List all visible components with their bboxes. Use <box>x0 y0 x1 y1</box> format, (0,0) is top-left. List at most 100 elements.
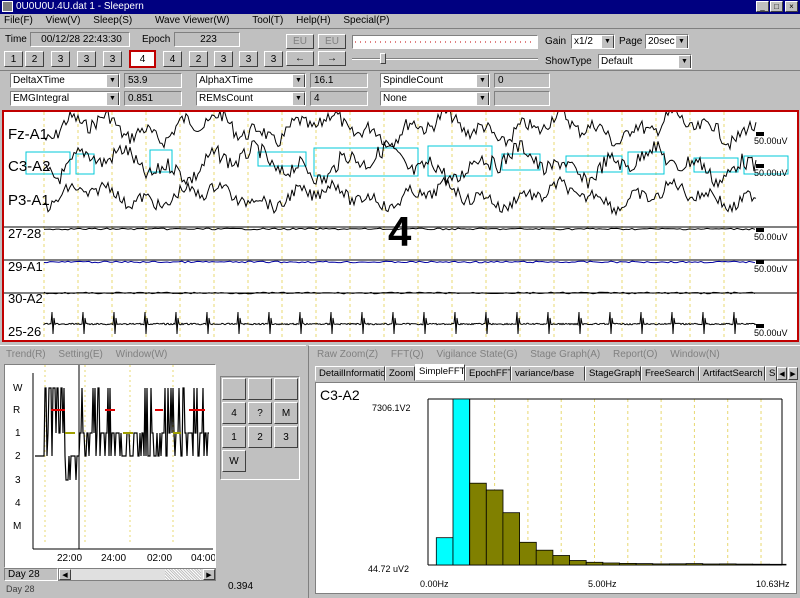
analysis-menu-stage-graph[interactable]: Stage Graph(A) <box>530 349 600 360</box>
chevron-down-icon[interactable]: ▼ <box>106 92 119 105</box>
tab-scroll-left-icon[interactable]: ◀ <box>777 367 787 380</box>
tab-epoch-fft[interactable]: EpochFFT <box>465 366 511 381</box>
stage-button-2[interactable]: 2 <box>25 51 44 67</box>
trend-y-4: 4 <box>15 498 21 509</box>
next-page-button[interactable]: → <box>318 51 346 66</box>
show-type-select[interactable]: Default ▼ <box>598 54 692 69</box>
trend-scrollbar[interactable]: ◀ ▶ <box>58 568 216 581</box>
eeg-trace-30-a2 <box>43 291 756 295</box>
fft-bar <box>619 562 637 566</box>
tab-more[interactable]: S <box>765 366 777 381</box>
fft-bar <box>452 398 471 566</box>
param-select-rems[interactable]: REMsCount ▼ <box>196 91 306 106</box>
menu-view[interactable]: View(V) <box>46 15 81 26</box>
tab-simple-fft[interactable]: SimpleFFT <box>415 364 465 381</box>
trend-menu-setting[interactable]: Setting(E) <box>58 349 102 360</box>
param-select-none[interactable]: None ▼ <box>380 91 490 106</box>
nav-up-button-2[interactable]: EU <box>318 34 346 49</box>
chevron-down-icon[interactable]: ▼ <box>476 92 489 105</box>
eeg-scale-4: 50.00uV <box>754 264 788 274</box>
menu-file[interactable]: File(F) <box>4 15 33 26</box>
eeg-channel-label-4: 29-A1 <box>8 259 43 274</box>
param-select-spindle[interactable]: SpindleCount ▼ <box>380 73 490 88</box>
delta-wave-box <box>75 153 95 175</box>
fft-bar <box>635 563 654 566</box>
keypad-2[interactable]: 2 <box>248 426 272 448</box>
scroll-left-arrow-icon[interactable]: ◀ <box>59 569 71 580</box>
hypnogram <box>32 365 213 550</box>
chevron-down-icon[interactable]: ▼ <box>675 35 688 48</box>
trend-menu-window[interactable]: Window(W) <box>116 349 168 360</box>
stage-button-r3[interactable]: 3 <box>214 51 233 67</box>
analysis-menu-fft[interactable]: FFT(Q) <box>391 349 424 360</box>
fft-bar <box>602 562 620 566</box>
fft-panel: C3-A2 7306.1V2 44.72 uV2 0.00Hz 5.00Hz 1… <box>315 382 797 594</box>
minimize-button[interactable]: _ <box>756 1 769 12</box>
analysis-menu-vigilance[interactable]: Vigilance State(G) <box>436 349 517 360</box>
stage-button-r4[interactable]: 3 <box>239 51 258 67</box>
page-select[interactable]: 20sec ▼ <box>645 34 689 49</box>
analysis-menu-report[interactable]: Report(O) <box>613 349 657 360</box>
tab-free-search[interactable]: FreeSearch <box>641 366 699 381</box>
gain-select[interactable]: x1/2 ▼ <box>571 34 615 49</box>
chevron-down-icon[interactable]: ▼ <box>292 74 305 87</box>
chevron-down-icon[interactable]: ▼ <box>476 74 489 87</box>
keypad-4[interactable]: 4 <box>222 402 246 424</box>
stage-button-5[interactable]: 3 <box>103 51 122 67</box>
stage-button-4[interactable]: 3 <box>77 51 96 67</box>
trend-menu: Trend(R) Setting(E) Window(W) <box>6 349 177 360</box>
scroll-thumb[interactable] <box>165 569 201 580</box>
tab-zoom[interactable]: Zoom <box>385 366 415 381</box>
fft-bar <box>535 549 554 566</box>
param-select-alpha[interactable]: AlphaXTime ▼ <box>196 73 306 88</box>
param-select-delta[interactable]: DeltaXTime ▼ <box>10 73 120 88</box>
trend-plot[interactable]: W R 1 2 3 4 M 22:00 24:00 02:00 04:00 <box>4 364 216 568</box>
param-select-emg[interactable]: EMGIntegral ▼ <box>10 91 120 106</box>
menu-help[interactable]: Help(H) <box>296 15 330 26</box>
chevron-down-icon[interactable]: ▼ <box>601 35 614 48</box>
tab-detail-information[interactable]: DetailInformation <box>315 366 385 381</box>
stage-button-3[interactable]: 3 <box>51 51 70 67</box>
close-button[interactable]: × <box>785 1 798 12</box>
menu-wave-viewer[interactable]: Wave Viewer(W) <box>155 15 229 26</box>
eeg-channel-label-0: Fz-A1 <box>8 126 49 143</box>
menu-special[interactable]: Special(P) <box>343 15 389 26</box>
analysis-menu-raw-zoom[interactable]: Raw Zoom(Z) <box>317 349 378 360</box>
chevron-down-icon[interactable]: ▼ <box>292 92 305 105</box>
chevron-down-icon[interactable]: ▼ <box>678 55 691 68</box>
scroll-right-arrow-icon[interactable]: ▶ <box>203 569 215 580</box>
position-slider-thumb[interactable] <box>380 53 386 64</box>
stage-button-r1[interactable]: 4 <box>163 51 182 67</box>
day-label: Day 28 <box>4 568 58 581</box>
keypad-W[interactable]: W <box>222 450 246 472</box>
nav-up-button[interactable]: EU <box>286 34 314 49</box>
keypad-blank-3[interactable] <box>274 378 298 400</box>
stage-overlay-label: 4 <box>388 208 412 255</box>
overview-strip[interactable] <box>352 35 538 49</box>
menu-tool[interactable]: Tool(T) <box>252 15 283 26</box>
stage-button-r5[interactable]: 3 <box>264 51 283 67</box>
stage-selected-button[interactable]: 4 <box>129 50 156 68</box>
gain-label: Gain <box>545 36 567 47</box>
prev-page-button[interactable]: ← <box>286 51 314 66</box>
stage-button-r2[interactable]: 2 <box>189 51 208 67</box>
eeg-scale-6: 50.00uV <box>754 328 788 338</box>
tab-scroll-right-icon[interactable]: ▶ <box>788 367 798 380</box>
tab-artifact-search[interactable]: ArtifactSearch <box>699 366 765 381</box>
menu-sleep[interactable]: Sleep(S) <box>93 15 132 26</box>
chevron-down-icon[interactable]: ▼ <box>106 74 119 87</box>
maximize-button[interactable]: □ <box>770 1 783 12</box>
keypad-1[interactable]: 1 <box>222 426 246 448</box>
keypad-3[interactable]: 3 <box>274 426 298 448</box>
keypad-blank-1[interactable] <box>222 378 246 400</box>
tab-stage-graph[interactable]: StageGraph <box>585 366 641 381</box>
app-icon[interactable] <box>2 1 13 12</box>
keypad-M[interactable]: M <box>274 402 298 424</box>
keypad-unknown[interactable]: ? <box>248 402 272 424</box>
keypad-blank-2[interactable] <box>248 378 272 400</box>
stage-button-1[interactable]: 1 <box>4 51 23 67</box>
tab-variance-base[interactable]: variance/base <box>511 366 585 381</box>
eeg-panel[interactable]: Fz-A1 C3-A2 P3-A1 27-28 29-A1 30-A2 25-2… <box>2 110 799 342</box>
analysis-menu-window[interactable]: Window(N) <box>670 349 719 360</box>
trend-menu-trend[interactable]: Trend(R) <box>6 349 46 360</box>
